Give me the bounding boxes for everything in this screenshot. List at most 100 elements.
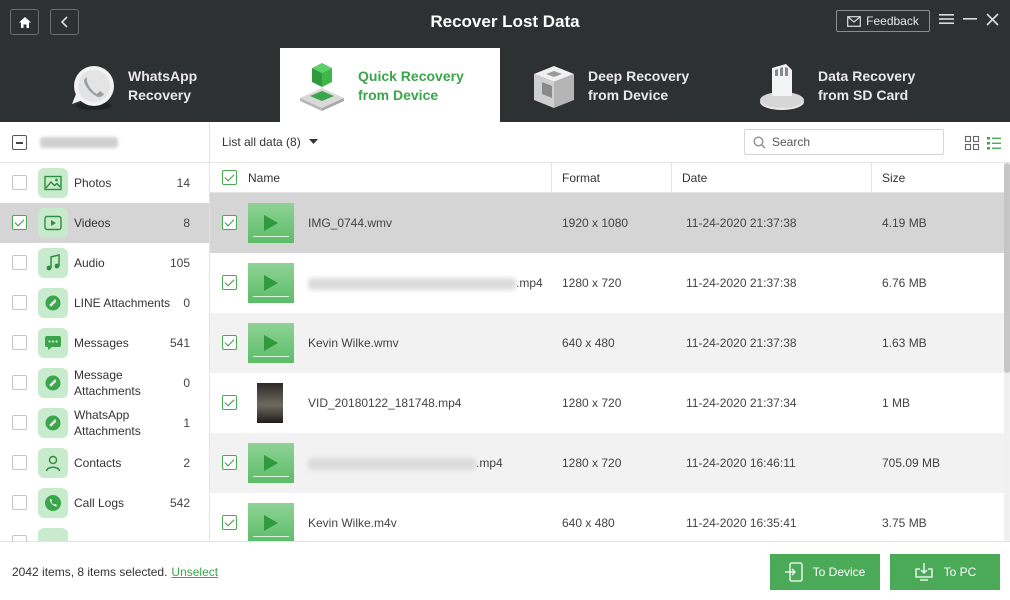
feedback-button[interactable]: Feedback [836, 10, 930, 32]
format-cell: 1920 x 1080 [562, 216, 629, 230]
sidebar-item-photos[interactable]: Photos 14 [0, 163, 209, 203]
scrollbar-thumb[interactable] [1004, 163, 1010, 373]
play-icon [264, 335, 278, 351]
category-label: LINE Attachments [74, 296, 171, 310]
table-row[interactable]: Kevin Wilke.wmv 640 x 480 11-24-2020 21:37… [210, 313, 1004, 373]
search-input[interactable] [772, 135, 932, 149]
select-all-files-checkbox[interactable] [222, 170, 237, 185]
search-icon [753, 136, 766, 148]
date-cell: 11-24-2020 16:46:11 [686, 456, 796, 470]
tab-whatsapp-recovery[interactable]: WhatsApp Recovery [50, 48, 270, 122]
video-thumbnail [248, 263, 294, 303]
progress-line [253, 356, 289, 357]
select-all-checkbox[interactable] [12, 135, 27, 150]
sidebar-item-videos[interactable]: Videos 8 [0, 203, 209, 243]
unselect-link[interactable]: Unselect [171, 565, 218, 579]
file-name-cell: .mp4 [308, 433, 503, 493]
list-view-icon[interactable] [986, 135, 1002, 151]
table-row[interactable]: .mp4 1280 x 720 11-24-2020 16:46:11 705.09 … [210, 433, 1004, 493]
table-header: Name Format Date Size [210, 163, 1004, 193]
category-checkbox[interactable] [12, 335, 27, 350]
device-header [0, 122, 209, 163]
category-checkbox[interactable] [12, 255, 27, 270]
row-checkbox[interactable] [222, 515, 237, 530]
table-row[interactable]: VID_20180122_181748.mp4 1280 x 720 11-24-2… [210, 373, 1004, 433]
column-name[interactable]: Name [248, 163, 280, 193]
filter-label: List all data (8) [222, 135, 301, 149]
tab-sd-card-recovery[interactable]: Data Recovery from SD Card [740, 48, 960, 122]
row-checkbox[interactable] [222, 455, 237, 470]
toolbar: List all data (8) [210, 122, 1010, 163]
category-count: 542 [169, 496, 190, 510]
category-checkbox[interactable] [12, 215, 27, 230]
row-checkbox[interactable] [222, 395, 237, 410]
sidebar-item-message-attachments[interactable]: Message Attachments 0 [0, 363, 209, 403]
sidebar-item-call-logs[interactable]: Call Logs 542 [0, 483, 209, 523]
video-thumbnail [248, 443, 294, 483]
size-cell: 4.19 MB [882, 216, 927, 230]
row-checkbox[interactable] [222, 335, 237, 350]
column-divider[interactable] [551, 163, 552, 193]
feedback-label: Feedback [866, 14, 919, 28]
scrollbar[interactable] [1004, 163, 1010, 541]
menu-button[interactable] [936, 9, 956, 29]
sidebar-item-whatsapp-attachments[interactable]: WhatsApp Attachments 1 [0, 403, 209, 443]
tab-deep-recovery[interactable]: Deep Recovery from Device [510, 48, 730, 122]
row-checkbox[interactable] [222, 275, 237, 290]
table-row[interactable]: .mp4 1280 x 720 11-24-2020 21:37:38 6.76 MB [210, 253, 1004, 313]
category-count: 2 [183, 456, 190, 470]
column-format[interactable]: Format [562, 163, 600, 193]
category-count: 0 [183, 376, 190, 390]
column-divider[interactable] [871, 163, 872, 193]
file-name-cell: .mp4 [308, 253, 543, 313]
tab-label: Quick Recovery from Device [358, 68, 464, 103]
attachment-icon [38, 368, 68, 398]
category-checkbox[interactable] [12, 455, 27, 470]
table-row[interactable]: Kevin Wilke.m4v 640 x 480 11-24-2020 16:35… [210, 493, 1004, 541]
category-count: 105 [169, 256, 190, 270]
sidebar-item-line-attachments[interactable]: LINE Attachments 0 [0, 283, 209, 323]
to-pc-button[interactable]: To PC [890, 554, 1000, 590]
filter-dropdown[interactable]: List all data (8) [222, 135, 318, 149]
selection-status: 2042 items, 8 items selected. Unselect [12, 565, 218, 579]
file-name: IMG_0744.wmv [308, 216, 393, 230]
close-button[interactable] [982, 9, 1002, 29]
column-divider[interactable] [671, 163, 672, 193]
grid-view-icon[interactable] [964, 135, 980, 151]
whatsapp-icon [72, 66, 114, 110]
sidebar-item-messages[interactable]: Messages 541 [0, 323, 209, 363]
column-date[interactable]: Date [682, 163, 707, 193]
sd-card-icon [760, 64, 804, 110]
date-cell: 11-24-2020 21:37:38 [686, 276, 797, 290]
attachment-icon [38, 288, 68, 318]
category-checkbox[interactable] [12, 375, 27, 390]
mail-icon [847, 15, 862, 27]
to-device-button[interactable]: To Device [770, 554, 880, 590]
category-checkbox[interactable] [12, 295, 27, 310]
row-checkbox[interactable] [222, 215, 237, 230]
format-cell: 1280 x 720 [562, 396, 622, 410]
redacted-file-name [308, 457, 476, 470]
tab-quick-recovery[interactable]: Quick Recovery from Device [280, 48, 500, 122]
video-thumbnail [248, 503, 294, 541]
sidebar-item-contacts[interactable]: Contacts 2 [0, 443, 209, 483]
file-name-cell: Kevin Wilke.m4v [308, 493, 397, 541]
size-cell: 1 MB [882, 396, 911, 410]
music-note-icon [38, 248, 68, 278]
file-name: Kevin Wilke.m4v [308, 516, 397, 530]
file-name: Kevin Wilke.wmv [308, 336, 399, 350]
category-checkbox[interactable] [12, 495, 27, 510]
category-checkbox[interactable] [12, 415, 27, 430]
size-cell: 705.09 MB [882, 456, 941, 470]
play-icon [264, 275, 278, 291]
minimize-button[interactable] [960, 9, 980, 29]
sidebar-item-audio[interactable]: Audio 105 [0, 243, 209, 283]
table-row[interactable]: IMG_0744.wmv 1920 x 1080 11-24-2020 21:37:… [210, 193, 1004, 253]
calendar-icon [38, 528, 68, 541]
phone-icon [38, 488, 68, 518]
column-size[interactable]: Size [882, 163, 905, 193]
category-checkbox[interactable] [12, 175, 27, 190]
contact-icon [38, 448, 68, 478]
sidebar-item-partial[interactable] [0, 523, 209, 541]
progress-line [253, 236, 289, 237]
